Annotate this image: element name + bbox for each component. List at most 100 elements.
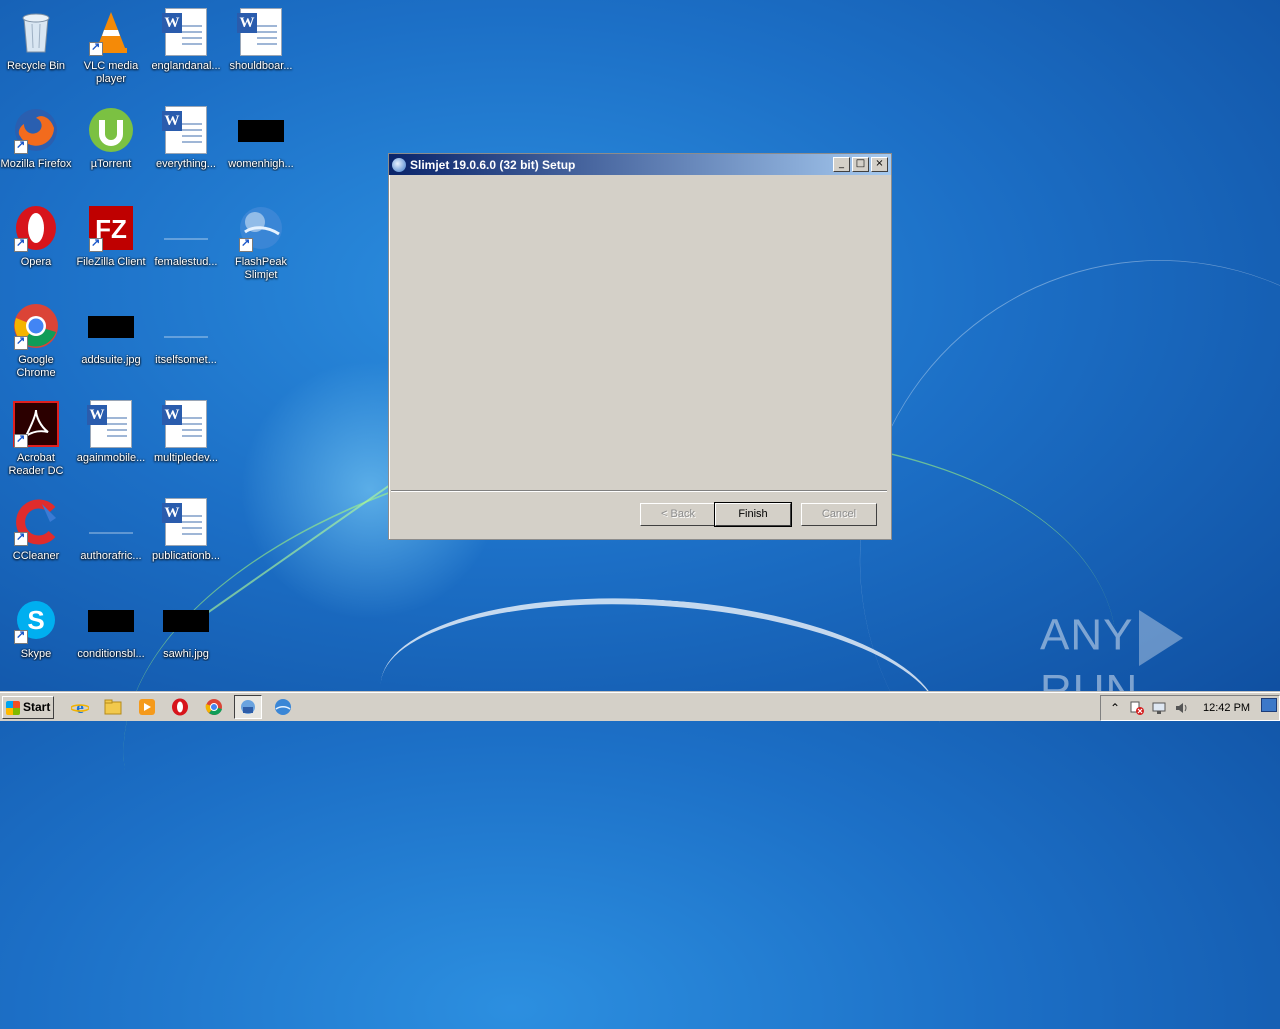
desktop-icon-vlc[interactable]: VLC media player [73,8,149,86]
desktop-icon-englandanal[interactable]: W englandanal... [148,8,224,73]
desktop-icon-addsuite[interactable]: addsuite.jpg [73,302,149,367]
image-thumbnail-icon [87,302,135,350]
desktop-icon-label: everything... [156,158,216,170]
shortcut-arrow-icon [14,334,28,350]
shortcut-arrow-icon [14,138,28,154]
dialog-titlebar[interactable]: Slimjet 19.0.6.0 (32 bit) Setup _ □ × [389,154,891,175]
minimize-button[interactable]: _ [833,157,850,172]
word-document-icon: W [162,400,210,448]
taskbar: Start e ⌃ 12:42 PM [0,692,1280,721]
shortcut-arrow-icon [14,530,28,546]
desktop-icon-conditionsbl[interactable]: conditionsbl... [73,596,149,661]
slimjet-setup-taskbar-button[interactable] [234,695,262,719]
desktop-icon-shouldboar[interactable]: W shouldboar... [223,8,299,73]
desktop-icon-label: shouldboar... [229,60,293,72]
setup-dialog: Slimjet 19.0.6.0 (32 bit) Setup _ □ × < … [388,153,892,540]
desktop-icon-label: FileZilla Client [76,256,146,268]
desktop-icon-itselfsomet[interactable]: itselfsomet... [148,302,224,367]
desktop-icon-slimjet[interactable]: FlashPeak Slimjet [223,204,299,282]
play-logo-icon [1139,610,1184,666]
desktop-icon-label: sawhi.jpg [163,648,209,660]
acrobat-icon [12,400,60,448]
skype-icon: S [12,596,60,644]
media-player-icon[interactable] [137,697,157,717]
taskbar-clock[interactable]: 12:42 PM [1203,702,1250,714]
internet-explorer-icon[interactable]: e [70,697,90,717]
svg-text:S: S [27,605,44,635]
desktop-icon-label: authorafric... [80,550,142,562]
windows-flag-icon [6,700,20,715]
show-desktop-button[interactable] [1261,698,1277,712]
action-center-flag-icon[interactable] [1129,700,1145,716]
back-button[interactable]: < Back [640,503,716,526]
desktop-icon-label: womenhigh... [228,158,294,170]
network-icon[interactable] [1151,700,1167,716]
desktop-icon-ccleaner[interactable]: CCleaner [0,498,74,563]
svg-text:e: e [76,698,84,716]
vlc-icon [87,8,135,56]
image-thumbnail-icon [162,596,210,644]
start-button[interactable]: Start [2,696,54,719]
desktop-icon-femalestud[interactable]: femalestud... [148,204,224,269]
firefox-icon [12,106,60,154]
watermark-text: ANY [1040,610,1134,660]
dialog-content-area [390,176,890,489]
dialog-title: Slimjet 19.0.6.0 (32 bit) Setup [410,157,576,172]
desktop-icon-opera[interactable]: Opera [0,204,74,269]
desktop-icon-filezilla[interactable]: FZ FileZilla Client [73,204,149,269]
desktop-icon-label: µTorrent [90,158,132,170]
dialog-separator [391,490,887,492]
shortcut-arrow-icon [14,236,28,252]
desktop-icon-publicationb[interactable]: W publicationb... [148,498,224,563]
cancel-button[interactable]: Cancel [801,503,877,526]
desktop-icon-label: Google Chrome [16,354,56,379]
desktop-icon-multipledev[interactable]: W multipledev... [148,400,224,465]
opera-icon [12,204,60,252]
desktop-icon-womenhigh[interactable]: womenhigh... [223,106,299,171]
slimjet-taskbar-icon[interactable] [273,697,293,717]
chrome-taskbar-icon[interactable] [204,697,224,717]
desktop-icon-utorrent[interactable]: µTorrent [73,106,149,171]
blank-file-icon [87,498,135,546]
chrome-icon [12,302,60,350]
file-explorer-icon[interactable] [103,697,123,717]
show-hidden-icons-chevron-icon[interactable]: ⌃ [1107,700,1123,716]
close-button[interactable]: × [871,157,888,172]
desktop-icon-label: FlashPeak Slimjet [235,256,287,281]
blank-file-icon [162,302,210,350]
word-document-icon: W [237,8,285,56]
desktop-icon-label: Acrobat Reader DC [8,452,64,477]
slimjet-globe-icon [237,204,285,252]
opera-taskbar-icon[interactable] [170,697,190,717]
filezilla-icon: FZ [87,204,135,252]
maximize-button[interactable]: □ [852,157,869,172]
ccleaner-icon [12,498,60,546]
desktop-icon-label: addsuite.jpg [81,354,141,366]
desktop-icon-label: Mozilla Firefox [0,158,72,170]
desktop-icon-recycle-bin[interactable]: Recycle Bin [0,8,74,73]
desktop-icon-label: conditionsbl... [77,648,145,660]
desktop-icon-label: femalestud... [154,256,218,268]
desktop-icon-label: CCleaner [12,550,60,562]
desktop-icon-authorafric[interactable]: authorafric... [73,498,149,563]
desktop-icon-firefox[interactable]: Mozilla Firefox [0,106,74,171]
shortcut-arrow-icon [14,628,28,644]
start-label: Start [23,700,51,714]
desktop-icon-againmobile[interactable]: W againmobile... [73,400,149,465]
desktop-icon-sawhi[interactable]: sawhi.jpg [148,596,224,661]
desktop-icon-everything[interactable]: W everything... [148,106,224,171]
desktop-icon-label: publicationb... [152,550,220,562]
word-document-icon: W [162,498,210,546]
desktop-icon-chrome[interactable]: Google Chrome [0,302,74,380]
desktop-icon-label: englandanal... [151,60,221,72]
desktop-icon-skype[interactable]: S Skype [0,596,74,661]
shortcut-arrow-icon [239,236,253,252]
image-thumbnail-icon [87,596,135,644]
image-thumbnail-icon [237,106,285,154]
desktop-icon-acrobat[interactable]: Acrobat Reader DC [0,400,74,478]
desktop-icon-label: itselfsomet... [155,354,217,366]
shortcut-arrow-icon [89,236,103,252]
volume-icon[interactable] [1173,700,1189,716]
shortcut-arrow-icon [14,432,28,448]
finish-button[interactable]: Finish [714,502,792,527]
